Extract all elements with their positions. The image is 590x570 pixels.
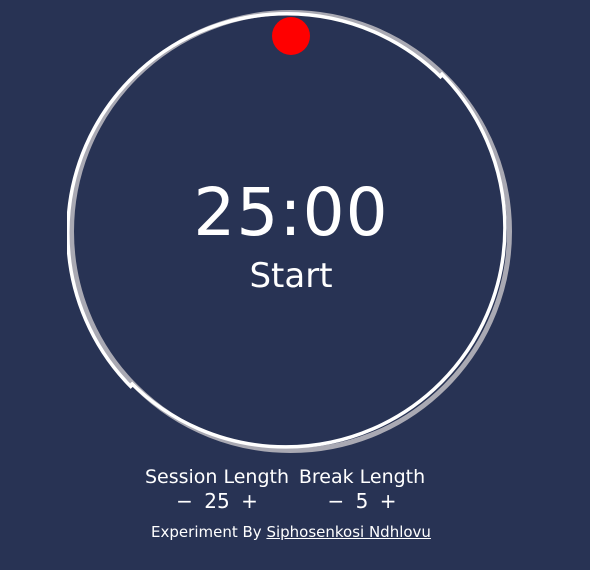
session-increment-button[interactable]: + — [238, 489, 261, 513]
footer-prefix: Experiment By — [151, 523, 262, 541]
footer-credit: Experiment By Siphosenkosi Ndhlovu — [0, 522, 582, 542]
break-length-value: 5 — [355, 489, 369, 513]
session-length-value: 25 — [204, 489, 230, 513]
timer-display: 25:00 — [193, 174, 389, 251]
session-length-stepper: − 25 + — [137, 490, 297, 512]
pomodoro-app: 25:00 Start Session Length − 25 + Break … — [0, 0, 590, 570]
session-length-label: Session Length — [144, 466, 290, 488]
session-decrement-button[interactable]: − — [173, 489, 196, 513]
break-length-label: Break Length — [298, 466, 426, 488]
break-length-stepper: − 5 + — [282, 490, 442, 512]
break-increment-button[interactable]: + — [377, 489, 400, 513]
break-decrement-button[interactable]: − — [325, 489, 348, 513]
progress-handle[interactable] — [272, 17, 310, 55]
session-length-control: Session Length − 25 + — [137, 464, 297, 512]
break-length-control: Break Length − 5 + — [282, 464, 442, 512]
author-link[interactable]: Siphosenkosi Ndhlovu — [266, 523, 431, 541]
start-button[interactable]: Start — [0, 254, 582, 298]
